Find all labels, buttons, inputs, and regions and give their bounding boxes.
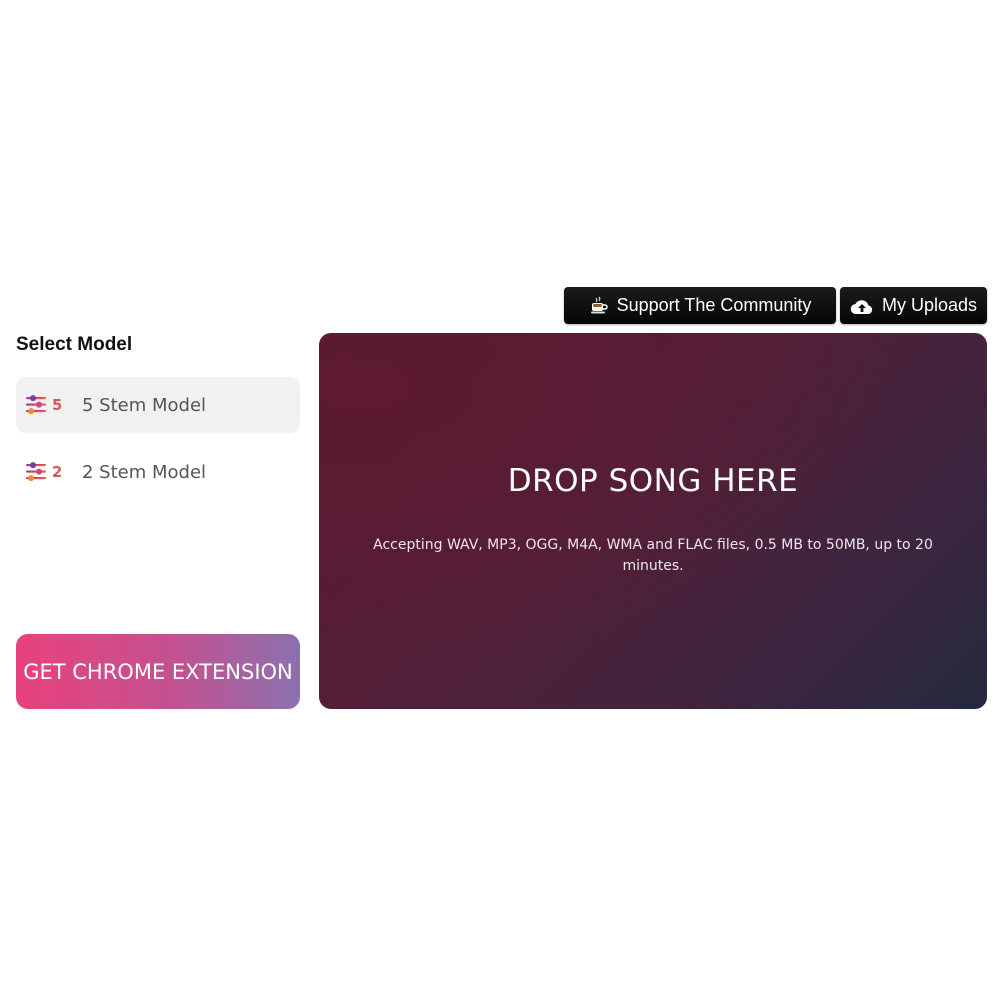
- select-model-title: Select Model: [16, 334, 133, 355]
- my-uploads-button[interactable]: My Uploads: [840, 287, 987, 324]
- my-uploads-label: My Uploads: [881, 295, 978, 315]
- sliders-icon: [25, 461, 49, 483]
- model-number-badge: 2: [52, 463, 63, 481]
- model-label: 2 Stem Model: [82, 461, 207, 483]
- page: Support The Community My Uploads Select …: [0, 0, 1000, 1000]
- support-community-button[interactable]: Support The Community: [564, 287, 836, 324]
- sliders-icon: [25, 394, 49, 416]
- cloud-upload-icon: [850, 297, 874, 315]
- support-community-label: Support The Community: [616, 295, 812, 315]
- coffee-icon: [589, 296, 609, 316]
- drop-zone-title: DROP SONG HERE: [507, 463, 799, 499]
- drop-zone-subtitle: Accepting WAV, MP3, OGG, M4A, WMA and FL…: [373, 537, 933, 574]
- model-option-5-stem[interactable]: 5 5 Stem Model: [16, 377, 300, 433]
- model-number-badge: 5: [52, 396, 63, 414]
- get-chrome-extension-button[interactable]: GET CHROME EXTENSION: [16, 634, 300, 709]
- model-option-2-stem[interactable]: 2 2 Stem Model: [16, 444, 300, 500]
- song-drop-zone[interactable]: DROP SONG HERE Accepting WAV, MP3, OGG, …: [319, 333, 987, 709]
- model-label: 5 Stem Model: [82, 394, 207, 416]
